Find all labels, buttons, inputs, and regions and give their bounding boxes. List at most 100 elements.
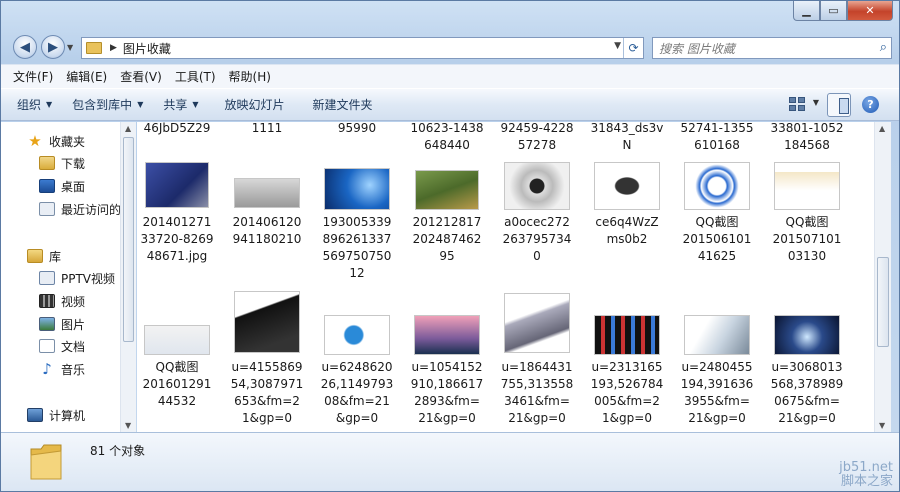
file-item-label[interactable]: 201212817 202487462 95 bbox=[403, 214, 491, 265]
nav-pictures[interactable]: 图片 bbox=[39, 314, 85, 334]
recent-pages-dropdown[interactable]: ▼ bbox=[67, 43, 73, 52]
file-thumbnail[interactable] bbox=[774, 315, 840, 355]
content-scrollbar[interactable]: ▲ ▼ bbox=[874, 122, 891, 432]
view-dropdown-icon[interactable]: ▼ bbox=[813, 98, 819, 107]
file-item-label[interactable]: u=1864431 755,313558 3461&fm= 21&gp=0 bbox=[493, 359, 581, 427]
file-item-label[interactable]: 33801-1052 184568 bbox=[763, 122, 851, 154]
forward-button[interactable]: ▶ bbox=[41, 35, 65, 59]
nav-documents[interactable]: 文档 bbox=[39, 336, 85, 356]
file-item-label[interactable]: 201401271 33720-8269 48671.jpg bbox=[137, 214, 221, 265]
file-thumbnail[interactable] bbox=[504, 162, 570, 210]
file-thumbnail[interactable] bbox=[145, 162, 209, 208]
menu-help[interactable]: 帮助(H) bbox=[229, 68, 271, 85]
file-thumbnail[interactable] bbox=[234, 178, 300, 208]
file-name-line: 896261337 bbox=[322, 232, 392, 246]
file-name-line: 202487462 bbox=[412, 232, 482, 246]
nav-scrollbar[interactable]: ▲ ▼ bbox=[120, 122, 136, 432]
share-button[interactable]: 共享 ▼ bbox=[159, 96, 202, 113]
file-name-line: 2893&fm= bbox=[414, 394, 480, 408]
maximize-button[interactable]: ▭ bbox=[820, 1, 847, 21]
file-thumbnail[interactable] bbox=[414, 315, 480, 355]
menu-file[interactable]: 文件(F) bbox=[13, 68, 53, 85]
file-name-line: 1&gp=0 bbox=[602, 411, 652, 425]
file-name-line: 26,1149793 bbox=[320, 377, 394, 391]
nav-pptv[interactable]: PPTV视频 bbox=[39, 268, 115, 288]
file-item-label[interactable]: QQ截图 201507101 03130 bbox=[763, 214, 851, 265]
menu-view[interactable]: 查看(V) bbox=[120, 68, 162, 85]
scroll-down-icon[interactable]: ▼ bbox=[125, 421, 131, 430]
search-input[interactable]: 搜索 图片收藏 ⌕ bbox=[652, 37, 892, 59]
file-thumbnail[interactable] bbox=[504, 293, 570, 353]
slideshow-button[interactable]: 放映幻灯片 bbox=[221, 96, 289, 113]
nav-videos[interactable]: 视频 bbox=[39, 291, 85, 311]
file-item-label[interactable]: u=3068013 568,378989 0675&fm= 21&gp=0 bbox=[763, 359, 851, 427]
view-options-icon[interactable] bbox=[789, 97, 805, 111]
file-item-label[interactable]: 10623-1438 648440 bbox=[403, 122, 491, 154]
file-thumbnail[interactable] bbox=[594, 162, 660, 210]
pictures-icon bbox=[39, 317, 55, 331]
scroll-down-icon[interactable]: ▼ bbox=[879, 421, 885, 430]
nav-favorites[interactable]: ★ 收藏夹 bbox=[27, 131, 85, 151]
file-item-label[interactable]: ce6q4WzZ ms0b2 bbox=[583, 214, 671, 248]
address-dropdown-icon[interactable]: ▼ bbox=[614, 41, 621, 51]
file-view: 46JbD5Z29 1111 95990 10623-1438 648440 92459-… bbox=[137, 122, 874, 432]
file-item-label[interactable]: 193005339 896261337 569750750 12 bbox=[313, 214, 401, 282]
file-item-label[interactable]: QQ截图 201601291 44532 bbox=[137, 359, 221, 410]
breadcrumb-separator-icon[interactable]: ▶ bbox=[110, 43, 117, 53]
preview-pane-button[interactable] bbox=[827, 93, 851, 117]
file-item-label[interactable]: a0ocec272 263795734 0 bbox=[493, 214, 581, 265]
file-item-label[interactable]: u=2313165 193,526784 005&fm=2 1&gp=0 bbox=[583, 359, 671, 427]
file-thumbnail[interactable] bbox=[774, 162, 840, 210]
nav-scrollbar-thumb[interactable] bbox=[123, 137, 134, 342]
breadcrumb-current[interactable]: 图片收藏 bbox=[123, 40, 171, 57]
file-name-line: 33720-8269 bbox=[140, 232, 214, 246]
nav-desktop[interactable]: 桌面 bbox=[39, 176, 85, 196]
file-item-label[interactable]: u=4155869 54,3087971 653&fm=2 1&gp=0 bbox=[223, 359, 311, 427]
file-thumbnail[interactable] bbox=[594, 315, 660, 355]
file-item-label[interactable]: QQ截图 201506101 41625 bbox=[673, 214, 761, 265]
file-thumbnail[interactable] bbox=[684, 162, 750, 210]
scroll-up-icon[interactable]: ▲ bbox=[125, 124, 131, 133]
file-item-label[interactable]: u=6248620 26,1149793 08&fm=21 &gp=0 bbox=[313, 359, 401, 427]
refresh-button[interactable]: ⟳ bbox=[623, 38, 643, 58]
nav-computer[interactable]: 计算机 bbox=[27, 405, 85, 425]
file-thumbnail[interactable] bbox=[415, 170, 479, 210]
new-folder-button[interactable]: 新建文件夹 bbox=[309, 96, 377, 113]
minimize-button[interactable]: ▁ bbox=[793, 1, 820, 21]
file-thumbnail[interactable] bbox=[324, 168, 390, 210]
organize-button[interactable]: 组织 ▼ bbox=[13, 96, 56, 113]
back-button[interactable]: ◀ bbox=[13, 35, 37, 59]
file-name-line: u=1864431 bbox=[501, 360, 573, 374]
file-item-label[interactable]: u=1054152 910,186617 2893&fm= 21&gp=0 bbox=[403, 359, 491, 427]
file-item-label[interactable]: u=2480455 194,391636 3955&fm= 21&gp=0 bbox=[673, 359, 761, 427]
film-icon bbox=[39, 294, 55, 308]
file-thumbnail[interactable] bbox=[324, 315, 390, 355]
content-scrollbar-thumb[interactable] bbox=[877, 257, 889, 347]
file-thumbnail[interactable] bbox=[684, 315, 750, 355]
file-item-label[interactable]: 31843_ds3v N bbox=[583, 122, 671, 154]
file-thumbnail[interactable] bbox=[144, 325, 210, 355]
search-icon[interactable]: ⌕ bbox=[880, 40, 887, 55]
menu-tools[interactable]: 工具(T) bbox=[175, 68, 216, 85]
file-name-line: 005&fm=2 bbox=[594, 394, 660, 408]
nav-label: 音乐 bbox=[61, 362, 86, 377]
file-item-label[interactable]: 52741-1355 610168 bbox=[673, 122, 761, 154]
file-name-line: 1&gp=0 bbox=[242, 411, 292, 425]
close-button[interactable]: ✕ bbox=[847, 1, 893, 21]
file-item-label[interactable]: 1111 bbox=[223, 122, 311, 137]
help-icon[interactable]: ? bbox=[862, 96, 879, 113]
menu-edit[interactable]: 编辑(E) bbox=[66, 68, 107, 85]
address-bar[interactable]: ▶ 图片收藏 ▼ ⟳ bbox=[81, 37, 644, 59]
file-item-label[interactable]: 95990 bbox=[313, 122, 401, 137]
nav-libraries[interactable]: 库 bbox=[27, 246, 61, 266]
nav-downloads[interactable]: 下载 bbox=[39, 153, 85, 173]
file-item-label[interactable]: 46JbD5Z29 bbox=[137, 122, 221, 137]
nav-recent[interactable]: 最近访问的 bbox=[39, 199, 121, 219]
file-thumbnail[interactable] bbox=[234, 291, 300, 353]
file-item-label[interactable]: 201406120 941180210 bbox=[223, 214, 311, 248]
file-item-label[interactable]: 92459-4228 57278 bbox=[493, 122, 581, 154]
include-in-library-button[interactable]: 包含到库中 ▼ bbox=[68, 96, 147, 113]
nav-label: 计算机 bbox=[49, 408, 86, 423]
scroll-up-icon[interactable]: ▲ bbox=[879, 124, 885, 133]
nav-music[interactable]: ♪ 音乐 bbox=[39, 359, 85, 379]
